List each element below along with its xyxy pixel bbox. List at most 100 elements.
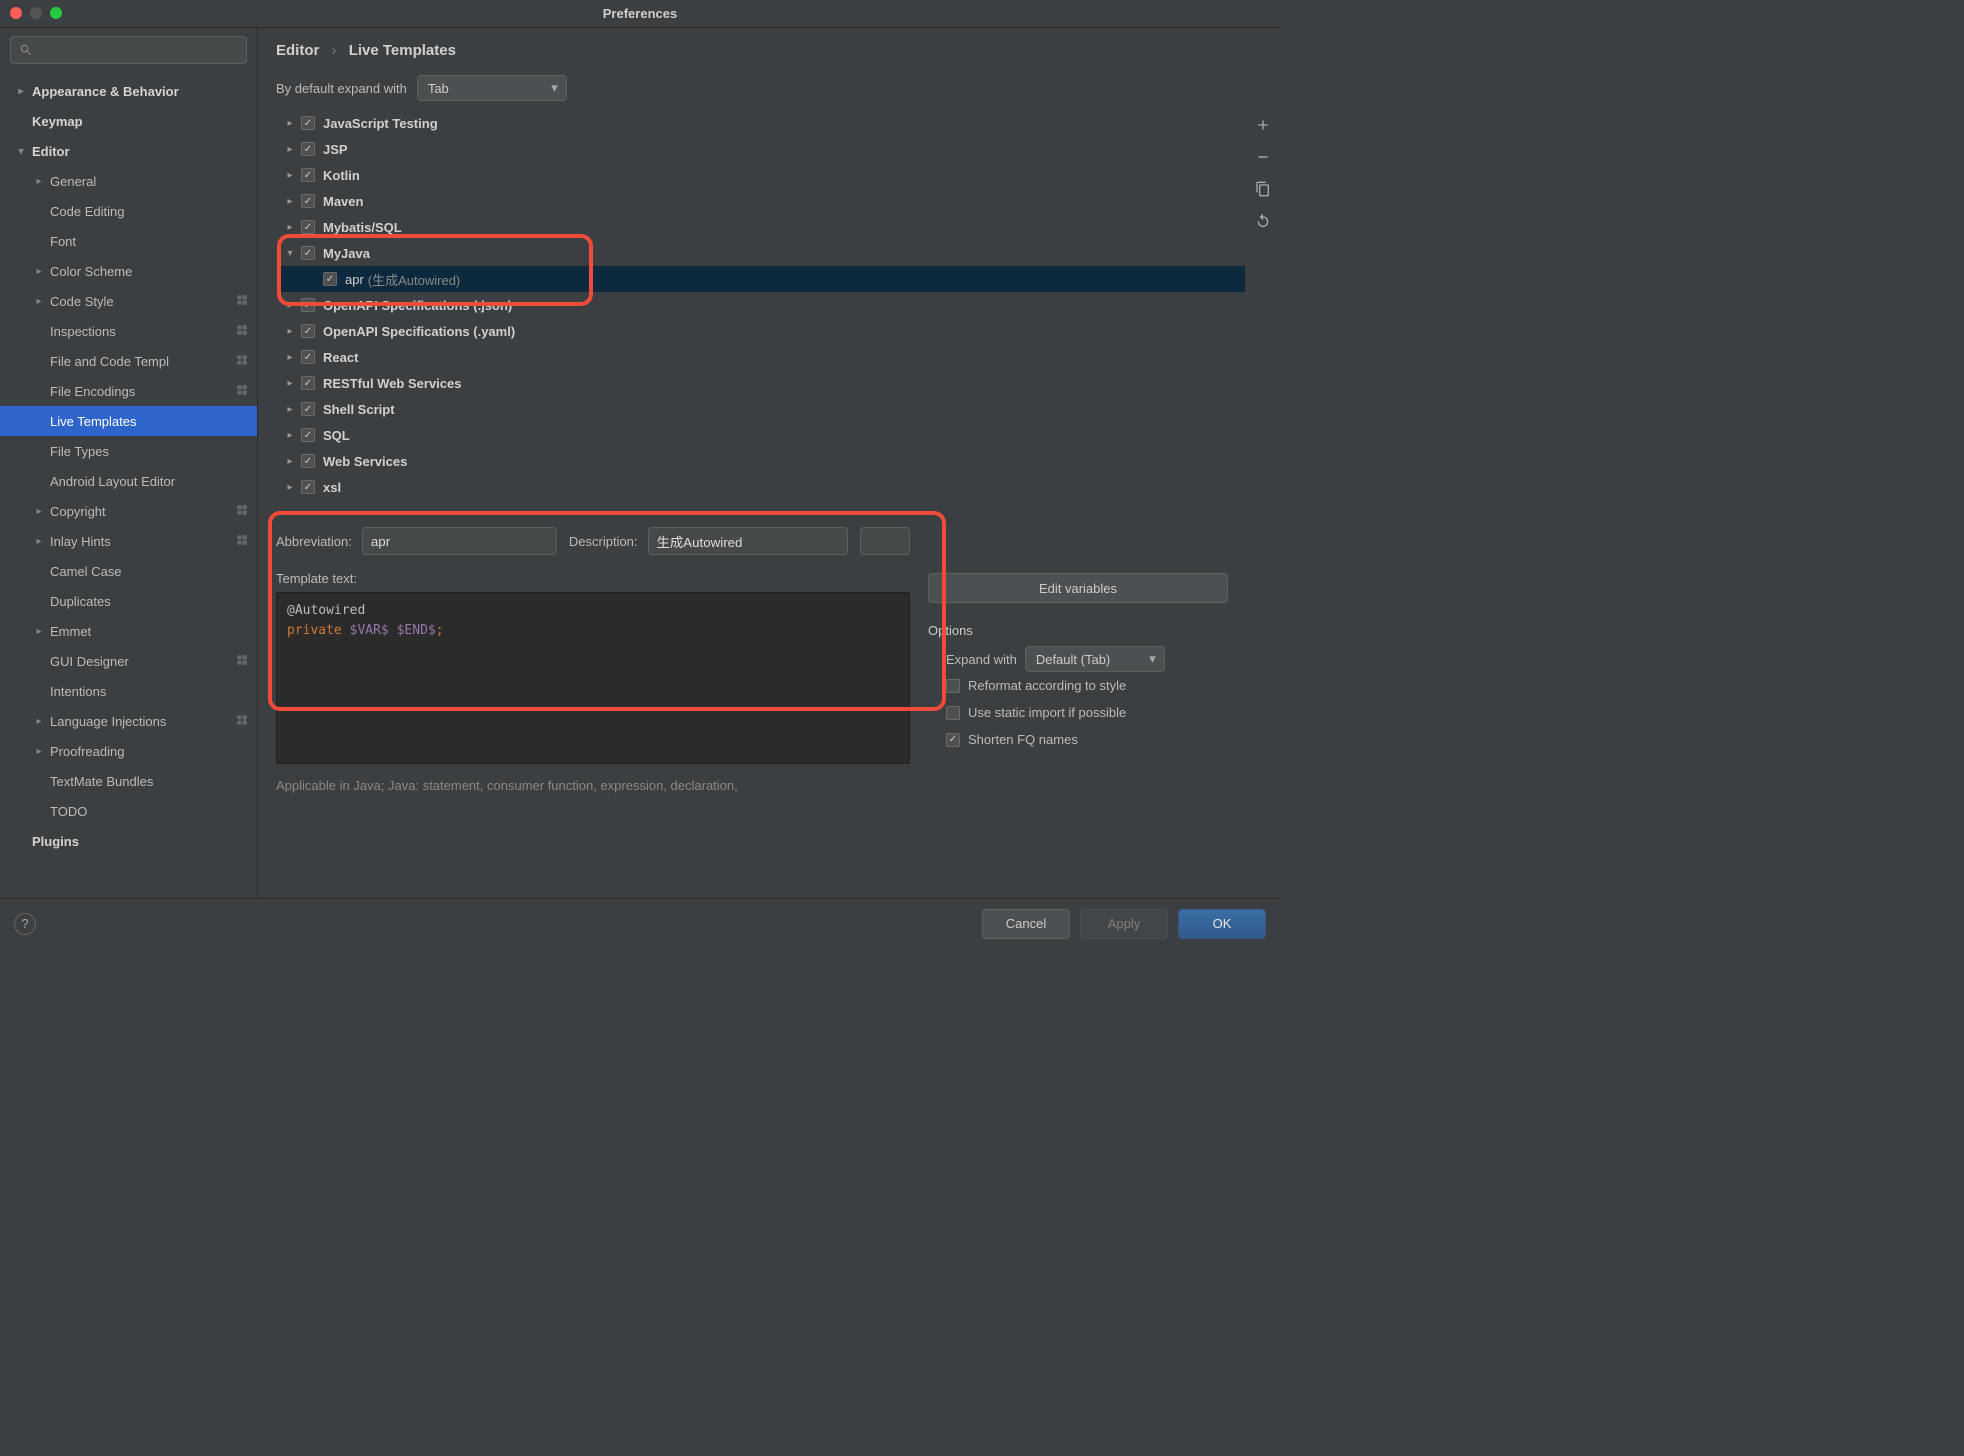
- checkbox-icon[interactable]: [301, 324, 315, 338]
- reformat-option[interactable]: Reformat according to style: [946, 678, 1228, 693]
- zoom-window-icon[interactable]: [50, 7, 62, 19]
- expand-with-select[interactable]: Tab: [417, 75, 567, 101]
- template-item-apr[interactable]: apr (生成Autowired): [277, 266, 1245, 292]
- apply-button: Apply: [1080, 909, 1168, 939]
- chevron-right-icon: ▸: [32, 296, 46, 307]
- checkbox-icon[interactable]: [301, 116, 315, 130]
- template-list[interactable]: ▸JavaScript Testing▸JSP▸Kotlin▸Maven▸Myb…: [276, 109, 1246, 507]
- sidebar-item-label: File and Code Templ: [50, 354, 235, 369]
- copy-button[interactable]: [1253, 179, 1273, 199]
- add-button[interactable]: [1253, 115, 1273, 135]
- static-import-option[interactable]: Use static import if possible: [946, 705, 1228, 720]
- chevron-right-icon: ▸: [32, 746, 46, 757]
- template-group-jsp[interactable]: ▸JSP: [277, 136, 1245, 162]
- sidebar-item-file-encodings[interactable]: File Encodings: [0, 376, 257, 406]
- remove-button[interactable]: [1253, 147, 1273, 167]
- sidebar-item-copyright[interactable]: ▸Copyright: [0, 496, 257, 526]
- sidebar-item-general[interactable]: ▸General: [0, 166, 257, 196]
- sidebar-item-code-editing[interactable]: Code Editing: [0, 196, 257, 226]
- sidebar-item-textmate-bundles[interactable]: TextMate Bundles: [0, 766, 257, 796]
- sidebar-item-todo[interactable]: TODO: [0, 796, 257, 826]
- checkbox-icon[interactable]: [301, 428, 315, 442]
- template-group-myjava[interactable]: ▾MyJava: [277, 240, 1245, 266]
- template-group-mybatis-sql[interactable]: ▸Mybatis/SQL: [277, 214, 1245, 240]
- help-button[interactable]: ?: [14, 913, 36, 935]
- checkbox-icon[interactable]: [301, 220, 315, 234]
- template-group-xsl[interactable]: ▸xsl: [277, 474, 1245, 500]
- template-group-restful-web-services[interactable]: ▸RESTful Web Services: [277, 370, 1245, 396]
- search-icon: [19, 43, 33, 57]
- checkbox-icon[interactable]: [946, 706, 960, 720]
- sidebar-item-emmet[interactable]: ▸Emmet: [0, 616, 257, 646]
- template-group-zen-css[interactable]: ▸Zen CSS: [277, 500, 1245, 507]
- sidebar-item-file-and-code-templ[interactable]: File and Code Templ: [0, 346, 257, 376]
- template-group-web-services[interactable]: ▸Web Services: [277, 448, 1245, 474]
- checkbox-icon[interactable]: [946, 733, 960, 747]
- sidebar-item-label: Android Layout Editor: [50, 474, 257, 489]
- search-input[interactable]: [10, 36, 247, 64]
- abbreviation-input[interactable]: [362, 527, 557, 555]
- expand-with-label: Expand with: [946, 652, 1017, 667]
- sidebar-item-plugins[interactable]: Plugins: [0, 826, 257, 856]
- checkbox-icon[interactable]: [301, 480, 315, 494]
- template-group-label: SQL: [323, 428, 350, 443]
- sidebar-item-android-layout-editor[interactable]: Android Layout Editor: [0, 466, 257, 496]
- description-input[interactable]: [648, 527, 848, 555]
- checkbox-icon[interactable]: [946, 679, 960, 693]
- checkbox-icon[interactable]: [301, 298, 315, 312]
- breadcrumb-editor[interactable]: Editor: [276, 42, 319, 59]
- checkbox-icon[interactable]: [301, 168, 315, 182]
- revert-button[interactable]: [1253, 211, 1273, 231]
- template-group-javascript-testing[interactable]: ▸JavaScript Testing: [277, 110, 1245, 136]
- sidebar-item-inlay-hints[interactable]: ▸Inlay Hints: [0, 526, 257, 556]
- chevron-right-icon: ▸: [32, 626, 46, 637]
- checkbox-icon[interactable]: [323, 272, 337, 286]
- window-title: Preferences: [603, 6, 677, 21]
- sidebar-item-proofreading[interactable]: ▸Proofreading: [0, 736, 257, 766]
- checkbox-icon[interactable]: [301, 246, 315, 260]
- template-group-sql[interactable]: ▸SQL: [277, 422, 1245, 448]
- extra-field[interactable]: [860, 527, 910, 555]
- sidebar-item-camel-case[interactable]: Camel Case: [0, 556, 257, 586]
- edit-variables-button[interactable]: Edit variables: [928, 573, 1228, 603]
- minimize-window-icon[interactable]: [30, 7, 42, 19]
- sidebar-item-editor[interactable]: ▸Editor: [0, 136, 257, 166]
- checkbox-icon[interactable]: [301, 142, 315, 156]
- sidebar-item-live-templates[interactable]: Live Templates: [0, 406, 257, 436]
- checkbox-icon[interactable]: [301, 350, 315, 364]
- code-semicolon: ;: [436, 623, 444, 638]
- checkbox-icon[interactable]: [301, 402, 315, 416]
- checkbox-icon[interactable]: [301, 376, 315, 390]
- template-group-openapi-specifications-yaml-[interactable]: ▸OpenAPI Specifications (.yaml): [277, 318, 1245, 344]
- sidebar-item-keymap[interactable]: Keymap: [0, 106, 257, 136]
- sidebar-item-gui-designer[interactable]: GUI Designer: [0, 646, 257, 676]
- close-window-icon[interactable]: [10, 7, 22, 19]
- checkbox-icon[interactable]: [301, 454, 315, 468]
- cancel-button[interactable]: Cancel: [982, 909, 1070, 939]
- sidebar-item-label: Inspections: [50, 324, 235, 339]
- sidebar-item-font[interactable]: Font: [0, 226, 257, 256]
- template-group-shell-script[interactable]: ▸Shell Script: [277, 396, 1245, 422]
- template-group-react[interactable]: ▸React: [277, 344, 1245, 370]
- ok-label: OK: [1213, 916, 1232, 931]
- checkbox-icon[interactable]: [301, 194, 315, 208]
- sidebar-item-label: Font: [50, 234, 257, 249]
- sidebar-item-appearance-behavior[interactable]: ▸Appearance & Behavior: [0, 76, 257, 106]
- expand-with-option-select[interactable]: Default (Tab): [1025, 646, 1165, 672]
- sidebar-item-intentions[interactable]: Intentions: [0, 676, 257, 706]
- breadcrumb-live-templates: Live Templates: [349, 42, 456, 59]
- applicable-context: Applicable in Java; Java: statement, con…: [276, 778, 910, 793]
- sidebar-item-color-scheme[interactable]: ▸Color Scheme: [0, 256, 257, 286]
- template-group-openapi-specifications-json-[interactable]: ▸OpenAPI Specifications (.json): [277, 292, 1245, 318]
- template-group-maven[interactable]: ▸Maven: [277, 188, 1245, 214]
- ok-button[interactable]: OK: [1178, 909, 1266, 939]
- sidebar-item-code-style[interactable]: ▸Code Style: [0, 286, 257, 316]
- template-group-kotlin[interactable]: ▸Kotlin: [277, 162, 1245, 188]
- sidebar-item-duplicates[interactable]: Duplicates: [0, 586, 257, 616]
- chevron-right-icon: ▸: [283, 482, 297, 493]
- shorten-fq-option[interactable]: Shorten FQ names: [946, 732, 1228, 747]
- template-text-editor[interactable]: @Autowired private $VAR$ $END$;: [276, 592, 910, 764]
- sidebar-item-file-types[interactable]: File Types: [0, 436, 257, 466]
- sidebar-item-inspections[interactable]: Inspections: [0, 316, 257, 346]
- sidebar-item-language-injections[interactable]: ▸Language Injections: [0, 706, 257, 736]
